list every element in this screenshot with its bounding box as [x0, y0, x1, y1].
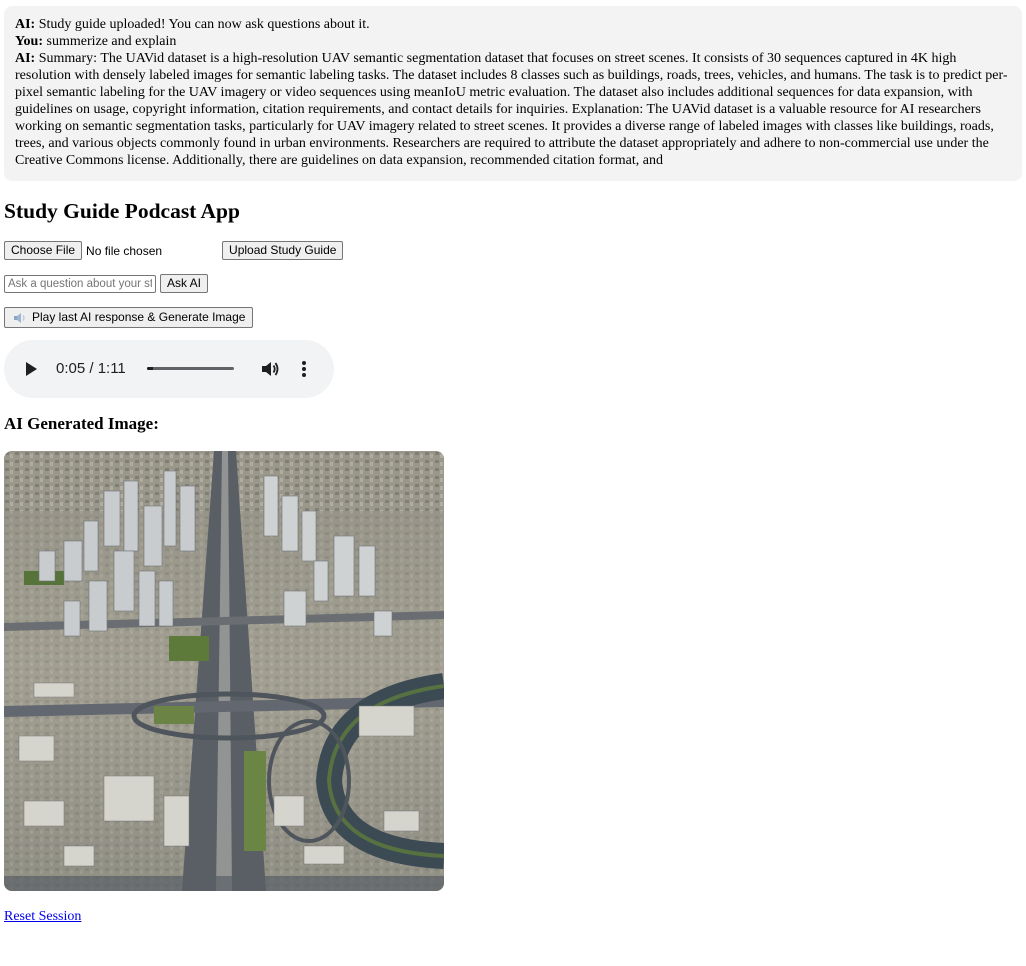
file-status-text: No file chosen	[86, 243, 163, 258]
upload-study-guide-button[interactable]: Upload Study Guide	[222, 241, 344, 260]
audio-time-display: 0:05 / 1:11	[56, 360, 126, 377]
ai-generated-image	[4, 451, 444, 891]
ask-row: Ask AI	[4, 274, 209, 293]
play-button-label: Play last AI response & Generate Image	[32, 310, 246, 324]
chat-speaker: AI:	[15, 17, 36, 32]
more-options-icon[interactable]	[301, 359, 307, 383]
audio-player: 0:05 / 1:11	[4, 340, 334, 398]
play-and-generate-button[interactable]: Play last AI response & Generate Image	[4, 307, 254, 328]
chat-text: Summary: The UAVid dataset is a high-res…	[15, 51, 1008, 168]
chat-message: You: summerize and explain	[15, 33, 1011, 50]
generated-image-heading: AI Generated Image:	[4, 414, 159, 433]
upload-row: Choose File No file chosen Upload Study …	[4, 241, 344, 260]
volume-icon[interactable]	[260, 359, 280, 383]
reset-session-link[interactable]: Reset Session	[4, 908, 81, 925]
question-input[interactable]	[4, 274, 156, 293]
chat-history: AI: Study guide uploaded! You can now as…	[4, 6, 1022, 181]
play-icon[interactable]	[24, 361, 38, 381]
chat-text: summerize and explain	[43, 34, 177, 49]
ask-ai-button[interactable]: Ask AI	[160, 274, 209, 293]
speaker-icon	[13, 312, 27, 324]
audio-progress-bar[interactable]	[147, 367, 234, 370]
audio-progress-fill	[147, 367, 154, 370]
page-title: Study Guide Podcast App	[4, 199, 240, 223]
chat-message: AI: Summary: The UAVid dataset is a high…	[15, 50, 1011, 169]
choose-file-button[interactable]: Choose File	[4, 241, 83, 260]
page: AI: Study guide uploaded! You can now as…	[0, 0, 1026, 966]
chat-text: Study guide uploaded! You can now ask qu…	[35, 17, 370, 32]
chat-speaker: You:	[15, 34, 44, 49]
chat-message: AI: Study guide uploaded! You can now as…	[15, 16, 1011, 33]
chat-speaker: AI:	[15, 51, 36, 66]
